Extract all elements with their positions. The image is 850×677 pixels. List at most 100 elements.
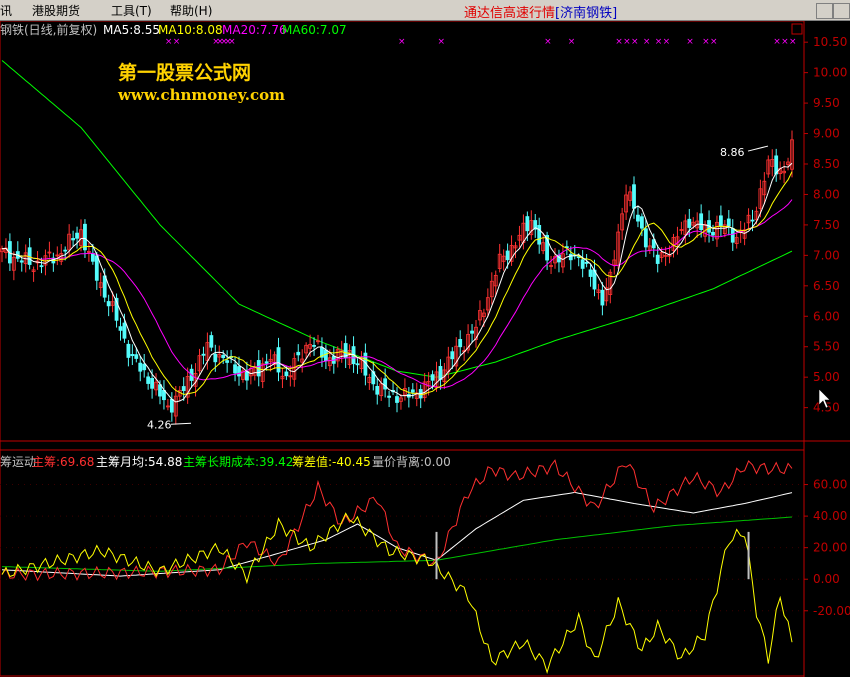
- menu-bar: 讯 港股期货 工具(T) 帮助(H) 通达信高速行情[济南钢铁]: [0, 0, 850, 21]
- candle-body: [711, 231, 715, 236]
- signal-marker: ×: [773, 37, 781, 47]
- candle-body: [94, 255, 99, 281]
- signal-marker: ×: [702, 37, 710, 47]
- candle-body: [584, 262, 589, 264]
- candle-body: [568, 253, 573, 261]
- menu-item-hk-futures[interactable]: 港股期货: [32, 2, 80, 19]
- price-tick-label: 9.50: [813, 96, 840, 110]
- candle-body: [505, 250, 510, 261]
- watermark-url: www.chnmoney.com: [118, 86, 285, 104]
- high-price-label: 8.86: [720, 146, 745, 159]
- sub-tick-label: 0.00: [813, 572, 840, 586]
- sub-indicator-label: 主筹长期成本:39.42: [183, 455, 293, 469]
- candle-body: [225, 360, 230, 363]
- price-tick-label: 8.00: [813, 187, 840, 201]
- candle-body: [276, 347, 281, 373]
- signal-marker: ×: [663, 37, 671, 47]
- low-price-label: 4.26: [147, 418, 172, 431]
- price-tick-label: 7.50: [813, 218, 840, 232]
- candle-body: [102, 275, 107, 298]
- signal-marker: ×: [623, 37, 631, 47]
- menu-item-info[interactable]: 讯: [0, 2, 12, 19]
- signal-marker: ×: [789, 37, 797, 47]
- sub-tick-label: 60.00: [813, 478, 847, 492]
- candle-body: [213, 353, 218, 363]
- candle-body: [687, 218, 692, 228]
- signal-marker: ×: [643, 37, 651, 47]
- candle-body: [150, 378, 155, 389]
- ma-indicator-label: MA60:7.07: [282, 23, 347, 37]
- candle-body: [699, 213, 704, 231]
- candle-body: [410, 389, 415, 393]
- panel-resize-box: [791, 23, 803, 35]
- main-panel-title: 钢铁(日线,前复权): [0, 22, 97, 37]
- sub-indicator-label: 量价背离:0.00: [372, 454, 451, 469]
- app-name: 通达信高速行情: [464, 6, 556, 21]
- sub-panel-title: 筹运动: [0, 455, 36, 469]
- candle-body: [640, 216, 644, 229]
- signal-marker: ×: [568, 37, 576, 47]
- main-chip-monthly-line: [1, 491, 793, 577]
- price-tick-label: 6.50: [813, 279, 840, 293]
- candle-body: [525, 216, 530, 232]
- candle-body: [580, 259, 585, 269]
- candle-body: [264, 361, 269, 364]
- candle-body: [221, 354, 226, 359]
- minimize-button[interactable]: [816, 3, 833, 19]
- price-tick-label: 10.00: [813, 66, 847, 80]
- candle-body: [75, 232, 79, 239]
- candle-body: [323, 349, 328, 361]
- candle-body: [146, 376, 151, 384]
- candle-body: [643, 228, 648, 248]
- candle-body: [632, 184, 636, 209]
- candle-body: [106, 301, 111, 307]
- candle-body: [39, 265, 44, 268]
- candle-body: [126, 343, 131, 358]
- app-title: 通达信高速行情[济南钢铁]: [464, 2, 617, 21]
- candle-body: [470, 330, 474, 334]
- candle-body: [233, 364, 237, 374]
- signal-marker: ×: [544, 37, 552, 47]
- candle-body: [118, 326, 123, 331]
- candle-body: [636, 214, 640, 222]
- sub-tick-label: 40.00: [813, 509, 847, 523]
- price-tick-label: 9.00: [813, 127, 840, 141]
- candle-body: [355, 363, 360, 366]
- candle-body: [237, 366, 241, 377]
- menu-item-help[interactable]: 帮助(H): [170, 2, 212, 19]
- candle-body: [19, 260, 24, 263]
- signal-marker: ×: [631, 37, 639, 47]
- price-tick-label: 5.50: [813, 340, 840, 354]
- signal-marker: ×: [437, 37, 445, 47]
- ma5-line: [1, 162, 793, 403]
- sub-indicator-label: 主筹:69.68: [32, 455, 94, 469]
- price-chart[interactable]: 10.50 10.00 9.50 9.00 8.50 8.00 7.50 7.00 6.50 6.…: [0, 21, 850, 677]
- signal-marker: ×: [781, 37, 789, 47]
- close-button[interactable]: [833, 3, 850, 19]
- candle-body: [284, 371, 289, 377]
- candle-body: [138, 362, 143, 372]
- watermark-title: 第一股票公式网: [118, 62, 252, 84]
- candle-body: [750, 219, 755, 222]
- candle-body: [312, 345, 316, 347]
- candle-body: [122, 322, 127, 339]
- plot-frame: [0, 21, 805, 677]
- candle-body: [726, 218, 731, 227]
- sub-indicator-label: 筹差值:-40.45: [292, 454, 371, 469]
- candle-body: [130, 354, 135, 357]
- sub-tick-label: 20.00: [813, 541, 847, 555]
- long-term-cost-line: [1, 516, 793, 572]
- candle-body: [181, 386, 186, 391]
- candle-body: [90, 252, 95, 262]
- ma10-line: [1, 171, 793, 396]
- candle-body: [600, 289, 605, 306]
- signal-marker: ×: [710, 37, 718, 47]
- signal-marker: ×: [228, 37, 236, 47]
- price-tick-label: 8.50: [813, 157, 840, 171]
- candle-body: [201, 353, 206, 356]
- signal-marker: ×: [655, 37, 663, 47]
- candle-body: [387, 395, 392, 398]
- low-price-arrow: [170, 422, 192, 425]
- menu-item-tools[interactable]: 工具(T): [111, 2, 152, 19]
- stock-name: [济南钢铁]: [555, 6, 618, 21]
